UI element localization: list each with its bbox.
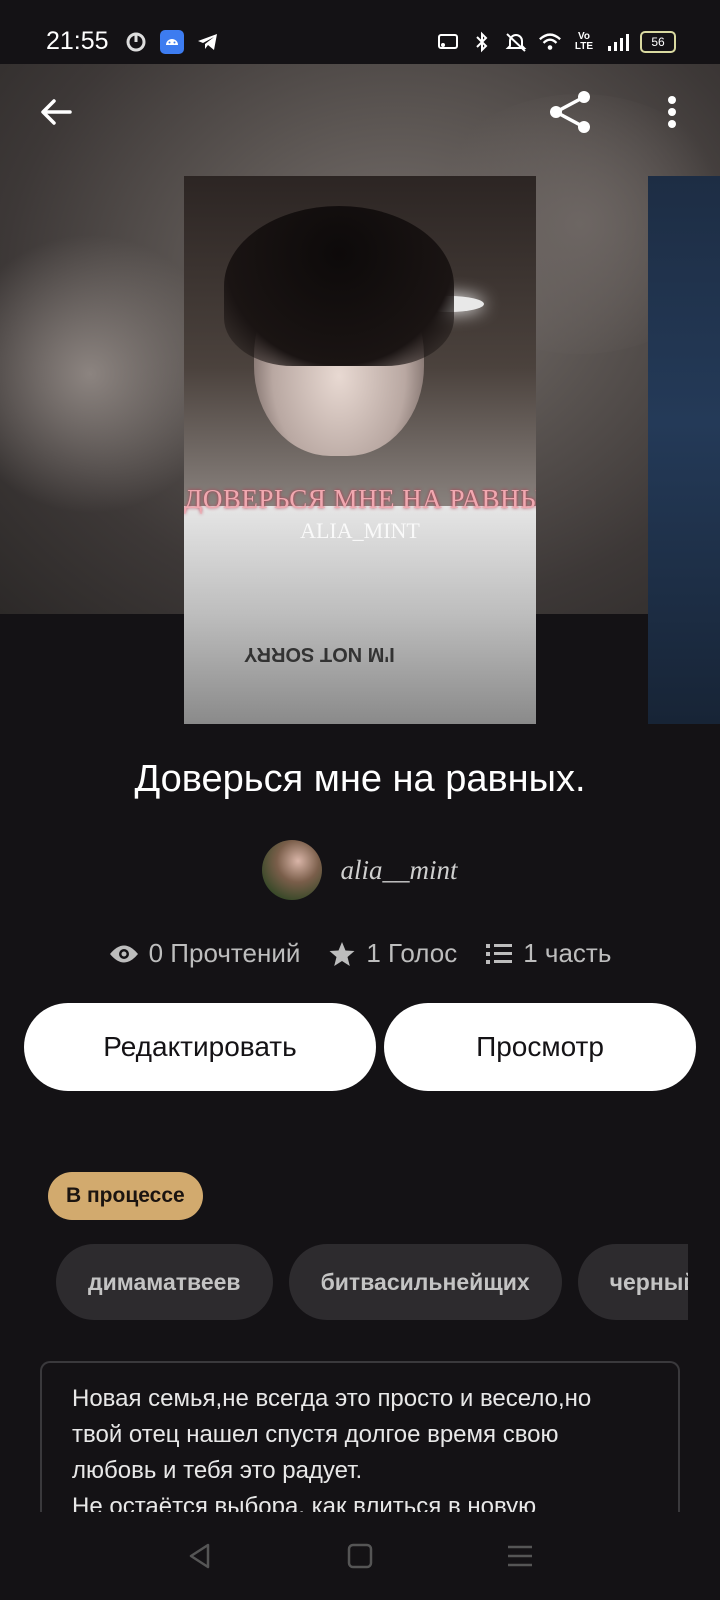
volte-icon: Vo LTE [574,31,594,52]
more-options-button[interactable] [652,92,692,132]
tag-chip[interactable]: димаматвеев [56,1244,273,1320]
stats-row: 0 Прочтений 1 Голос 1 часть [0,938,720,969]
tag-chip[interactable]: черный [577,1244,688,1320]
author-name[interactable]: alia__mint [340,855,457,886]
parts-stat: 1 часть [485,938,611,969]
cover-author-text: ALIA_MINT [300,518,420,543]
mute-icon [504,30,528,54]
telegram-icon [196,30,220,54]
status-badge: В процессе [48,1172,203,1220]
nav-back-button[interactable] [180,1536,220,1576]
preview-button[interactable]: Просмотр [384,1003,696,1091]
triangle-back-icon [189,1543,210,1569]
cover-shirt-text: I'M NOT SORRY [244,643,395,665]
book-cover[interactable]: ДОВЕРЬСЯ МНЕ НА РАВНЫХ ALIA_MINT I'M NOT… [184,176,536,724]
reads-stat: 0 Прочтений [109,938,301,969]
book-title: Доверься мне на равных. [134,758,586,800]
votes-stat: 1 Голос [328,938,457,969]
system-nav-bar [0,1512,720,1600]
timer-icon [124,30,148,54]
status-bar: 21:55 Vo LTE 56 [0,0,720,64]
cast-icon [436,30,460,54]
menu-lines-icon [508,1545,532,1567]
tags-list[interactable]: димаматвеев битвасильнейщих черный [56,1244,688,1320]
list-icon [486,943,513,964]
eye-icon [109,945,138,962]
description-line: Не остаётся выбора, как влиться в новую [72,1493,537,1513]
description-line: любовь и тебя это радует. [72,1457,363,1484]
next-book-cover[interactable] [648,176,720,724]
avatar[interactable] [262,840,323,900]
share-icon [550,91,590,133]
battery-icon: 56 [640,31,676,53]
signal-icon [606,30,630,54]
share-button[interactable] [546,88,594,136]
tag-chip[interactable]: битвасильнейщих [288,1244,562,1320]
parts-count: 1 часть [523,938,612,968]
bluetooth-icon [470,30,494,54]
description-box[interactable]: Новая семья,не всегда это просто и весел… [40,1361,680,1513]
more-vertical-icon [668,96,676,128]
reads-count: 0 Прочтений [148,938,301,968]
cover-title-text: ДОВЕРЬСЯ МНЕ НА РАВНЫХ [184,484,536,514]
edit-button[interactable]: Редактировать [24,1003,376,1091]
star-icon [329,941,355,966]
author-row[interactable]: alia__mint [0,840,720,900]
android-icon [160,30,184,54]
wifi-icon [538,30,562,54]
back-button[interactable] [36,92,76,132]
nav-menu-button[interactable] [500,1536,540,1576]
votes-count: 1 Голос [366,938,458,968]
arrow-left-icon [41,99,72,125]
nav-home-button[interactable] [340,1536,380,1576]
description-line: Новая семья,не всегда это просто и весел… [72,1385,592,1412]
square-home-icon [347,1543,373,1569]
status-time: 21:55 [46,27,109,55]
description-line: твой отец нашел спустя долгое время свою [72,1421,559,1448]
